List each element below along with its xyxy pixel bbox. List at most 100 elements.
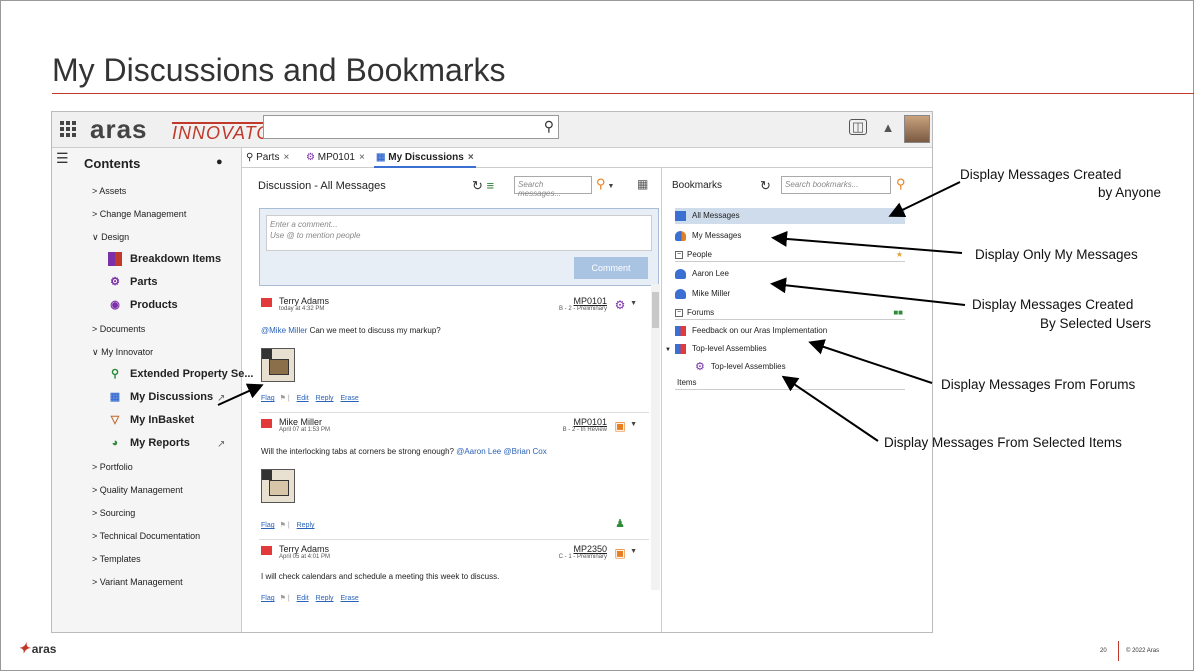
document-icon: ▣ xyxy=(614,419,626,433)
reply-link[interactable]: Reply xyxy=(297,522,315,529)
bookmark-search-input[interactable]: Search bookmarks... xyxy=(781,176,891,194)
comment-icon xyxy=(261,298,272,307)
forum-icon xyxy=(675,325,686,336)
open-external-icon[interactable]: ↗ xyxy=(217,439,225,450)
panel-toggle-icon[interactable]: ▦ xyxy=(637,177,648,191)
sidebar-item-my-discussions[interactable]: ▦ My Discussions xyxy=(108,390,213,404)
gear-part-icon: ⚙ xyxy=(306,152,315,163)
chevron-down-icon[interactable]: ▼ xyxy=(665,347,671,353)
open-external-icon[interactable]: ↗ xyxy=(217,393,225,404)
filter-icon[interactable]: ≡ xyxy=(487,178,495,193)
add-forum-icon[interactable]: ■■ xyxy=(893,306,903,320)
markup-thumbnail[interactable] xyxy=(261,348,295,382)
message-divider xyxy=(259,412,649,413)
breakdown-icon xyxy=(108,252,122,266)
bookmark-all-messages[interactable]: All Messages xyxy=(675,208,905,224)
collapse-icon[interactable]: − xyxy=(675,308,683,317)
participants-icon[interactable]: ♟ xyxy=(615,517,625,530)
bookmark-person[interactable]: Aaron Lee xyxy=(675,266,905,282)
edit-link[interactable]: Edit xyxy=(297,395,309,402)
sidebar-item-extended-property[interactable]: ⚲ Extended Property Se... xyxy=(108,367,254,381)
sidebar-item-documents[interactable]: > Documents xyxy=(92,324,145,334)
refresh-icon[interactable]: ↻ ≡ xyxy=(472,178,494,194)
sidebar-item-design[interactable]: ∨ Design xyxy=(92,232,129,243)
contents-list-icon[interactable]: ☰ xyxy=(56,150,69,167)
item-reference-link[interactable]: MP2350 xyxy=(573,544,607,554)
chevron-down-icon[interactable]: ▼ xyxy=(630,300,637,307)
bookmark-forum-item[interactable]: ⚙ Top-level Assemblies xyxy=(695,359,925,375)
global-search-input[interactable]: ⚲ xyxy=(263,115,559,139)
search-icon[interactable]: ⚲ xyxy=(896,176,906,192)
tab-parts[interactable]: ⚲ Parts × xyxy=(244,150,291,168)
item-state: B - 2 - In Review xyxy=(562,427,607,433)
bookmark-group-people[interactable]: − People ★ xyxy=(675,248,905,262)
comment-button[interactable]: Comment xyxy=(574,257,648,279)
chevron-down-icon[interactable]: ▼ xyxy=(630,421,637,428)
flag-link[interactable]: Flag xyxy=(261,522,275,529)
callout-selected-users-line2: By Selected Users xyxy=(1040,316,1152,331)
sidebar-item-templates[interactable]: > Templates xyxy=(92,554,141,564)
close-icon[interactable]: × xyxy=(359,152,365,163)
comment-input[interactable]: Enter a comment... Use @ to mention peop… xyxy=(266,215,652,251)
user-avatar[interactable] xyxy=(904,115,930,143)
refresh-icon[interactable]: ↻ xyxy=(760,178,771,194)
tab-mp0101[interactable]: ⚙ MP0101 × xyxy=(304,150,367,168)
callout-forums: Display Messages From Forums xyxy=(941,377,1136,392)
extended-property-icon: ⚲ xyxy=(110,368,120,380)
reply-link[interactable]: Reply xyxy=(316,595,334,602)
collapse-icon[interactable]: − xyxy=(675,250,683,259)
sidebar-item-technical-documentation[interactable]: > Technical Documentation xyxy=(92,531,200,541)
slide-title: My Discussions and Bookmarks xyxy=(52,52,506,88)
sidebar-item-parts[interactable]: ⚙ Parts xyxy=(108,275,157,289)
scroll-thumb[interactable] xyxy=(652,292,659,328)
sidebar-item-portfolio[interactable]: > Portfolio xyxy=(92,462,133,472)
app-launcher-icon[interactable] xyxy=(60,121,76,137)
bookmark-group-forums[interactable]: − Forums ■■ xyxy=(675,306,905,320)
markup-thumbnail[interactable] xyxy=(261,469,295,503)
erase-link[interactable]: Erase xyxy=(341,595,359,602)
callout-anyone-line1: Display Messages Created xyxy=(960,167,1122,182)
bookmark-forum[interactable]: Feedback on our Aras Implementation xyxy=(675,323,905,339)
bookmark-group-items[interactable]: Items xyxy=(675,376,905,390)
chevron-down-icon[interactable]: ▼ xyxy=(630,548,637,555)
erase-link[interactable]: Erase xyxy=(341,395,359,402)
close-icon[interactable]: × xyxy=(468,152,474,163)
reply-link[interactable]: Reply xyxy=(316,395,334,402)
item-reference-link[interactable]: MP0101 xyxy=(573,296,607,306)
sidebar-item-sourcing[interactable]: > Sourcing xyxy=(92,508,135,518)
sidebar-item-products[interactable]: ◉ Products xyxy=(108,298,178,312)
item-state: B - 2 - Preliminary xyxy=(558,306,607,312)
bookmark-my-messages[interactable]: My Messages xyxy=(675,228,905,244)
message-item: Mike Miller April 07 at 1:53 PM MP0101 B… xyxy=(259,417,649,535)
message-date: today at 4:32 PM xyxy=(279,306,325,312)
edit-link[interactable]: Edit xyxy=(297,595,309,602)
sidebar-item-my-innovator[interactable]: ∨ My Innovator xyxy=(92,347,153,358)
sidebar-item-breakdown-items[interactable]: Breakdown Items xyxy=(108,252,221,266)
close-icon[interactable]: × xyxy=(283,152,289,163)
message-item: Terry Adams April 05 at 4:01 PM MP2350 C… xyxy=(259,544,649,630)
search-icon[interactable]: ⚲ ▼ xyxy=(596,176,614,192)
split-view-icon[interactable]: ◫ xyxy=(849,119,867,135)
flag-link[interactable]: Flag xyxy=(261,395,275,402)
sidebar-item-change-management[interactable]: > Change Management xyxy=(92,209,186,219)
sidebar-item-quality-management[interactable]: > Quality Management xyxy=(92,485,183,495)
sidebar-item-my-reports[interactable]: ◕ My Reports xyxy=(108,436,190,450)
pin-icon[interactable]: ● xyxy=(216,156,223,168)
message-author: Mike Miller xyxy=(279,417,323,427)
item-reference-link[interactable]: MP0101 xyxy=(573,417,607,427)
sidebar-item-assets[interactable]: > Assets xyxy=(92,186,126,196)
search-icon[interactable]: ⚲ xyxy=(544,118,554,135)
tab-my-discussions[interactable]: ▦ My Discussions × xyxy=(374,150,476,168)
message-search-input[interactable]: Search messages... xyxy=(514,176,592,198)
bookmark-person[interactable]: Mike Miller xyxy=(675,286,905,302)
flag-icon: ⚑ | xyxy=(279,595,290,602)
gear-part-icon: ⚙ xyxy=(614,298,626,312)
sidebar-item-variant-management[interactable]: > Variant Management xyxy=(92,577,183,587)
bell-icon[interactable]: ▲ xyxy=(878,119,898,139)
bookmark-forum[interactable]: ▼ Top-level Assemblies xyxy=(665,341,895,357)
flag-link[interactable]: Flag xyxy=(261,595,275,602)
forum-icon xyxy=(674,343,686,354)
add-person-icon[interactable]: ★ xyxy=(896,248,903,262)
message-scrollbar[interactable] xyxy=(651,284,660,590)
sidebar-item-my-inbasket[interactable]: ▽ My InBasket xyxy=(108,413,194,427)
